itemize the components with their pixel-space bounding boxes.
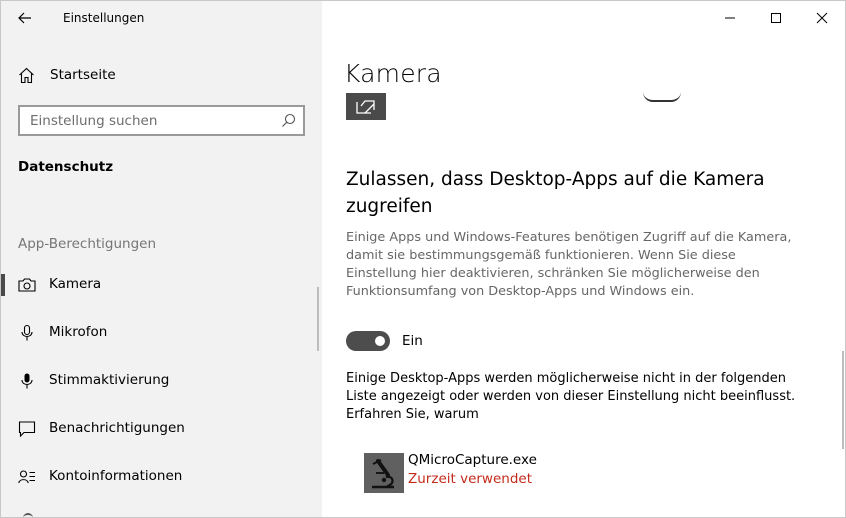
maximize-icon (771, 13, 781, 23)
close-icon (816, 12, 828, 24)
selection-indicator (1, 274, 5, 296)
sidebar-item-kamera[interactable]: Kamera (1, 265, 311, 305)
group-label: App-Berechtigungen (18, 236, 157, 252)
home-icon (19, 67, 34, 84)
sidebar-item-label: Kontoinformationen (49, 468, 183, 484)
sidebar-item-kontoinformationen[interactable]: Kontoinformationen (1, 457, 311, 497)
back-button[interactable] (11, 7, 39, 29)
settings-window: Einstellungen Startseite Einstellung suc… (0, 0, 846, 518)
home-label: Startseite (50, 67, 116, 83)
notification-icon (18, 421, 36, 438)
account-info-icon (18, 470, 35, 484)
minimize-button[interactable] (707, 5, 753, 31)
app-title: Einstellungen (63, 11, 145, 25)
sidebar: Einstellungen Startseite Einstellung suc… (1, 1, 322, 517)
app-name: QMicroCapture.exe (408, 452, 537, 468)
sidebar-item-stimmaktivierung[interactable]: Stimmaktivierung (1, 361, 311, 401)
desktop-apps-camera-toggle[interactable] (346, 331, 390, 351)
desktop-apps-note: Einige Desktop-Apps werden möglicherweis… (346, 371, 796, 422)
toggle-partial[interactable] (643, 87, 681, 102)
section-title: Zulassen, dass Desktop-Apps auf die Kame… (346, 169, 765, 217)
app-tile-icon (356, 100, 375, 114)
next-item-icon-peek (23, 513, 33, 517)
app-icon-partial (346, 93, 386, 120)
search-input[interactable]: Einstellung suchen (18, 105, 305, 136)
qmicrocapture-icon (364, 453, 404, 493)
minimize-icon (725, 17, 735, 19)
maximize-button[interactable] (753, 5, 799, 31)
sidebar-item-label: Kamera (49, 276, 102, 292)
section-description: Einige Apps und Windows-Features benötig… (346, 230, 792, 299)
main-scrollbar[interactable] (842, 351, 844, 449)
microphone-icon (21, 324, 33, 341)
sidebar-item-label: Stimmaktivierung (49, 372, 170, 388)
app-status: Zurzeit verwendet (408, 471, 532, 487)
voice-activation-icon (21, 373, 33, 389)
sidebar-item-label: Mikrofon (49, 324, 108, 340)
page-title: Kamera (344, 59, 442, 88)
search-icon (282, 113, 296, 127)
sidebar-item-mikrofon[interactable]: Mikrofon (1, 313, 311, 353)
sidebar-scrollbar[interactable] (317, 287, 319, 351)
toggle-knob (375, 336, 385, 346)
home-link[interactable]: Startseite (1, 61, 322, 91)
sidebar-item-label: Benachrichtigungen (49, 420, 185, 436)
microscope-icon (364, 453, 404, 493)
sidebar-item-benachrichtigungen[interactable]: Benachrichtigungen (1, 409, 311, 449)
toggle-state-label: Ein (402, 333, 423, 349)
camera-icon (18, 278, 36, 292)
back-arrow-icon (18, 12, 31, 24)
search-placeholder: Einstellung suchen (30, 113, 158, 129)
section-heading: Datenschutz (18, 159, 114, 175)
close-button[interactable] (799, 5, 845, 31)
